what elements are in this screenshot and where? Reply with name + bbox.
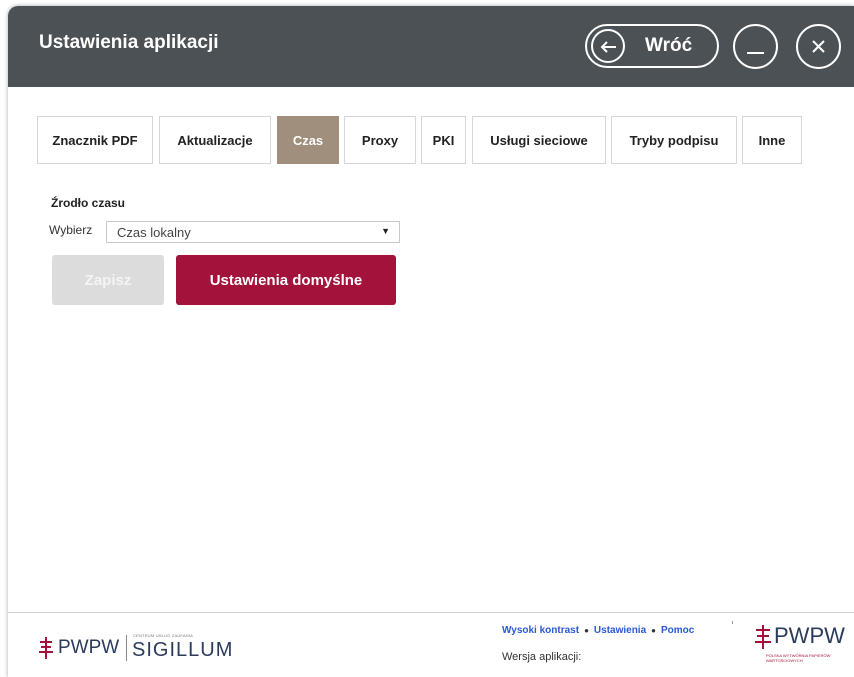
- link-separator: ●: [584, 626, 589, 635]
- window-title: Ustawienia aplikacji: [39, 32, 219, 53]
- sigillum-wordmark: SIGILLUM: [132, 639, 234, 661]
- close-button[interactable]: [796, 24, 841, 69]
- pwpw-wordmark: PWPW: [774, 623, 845, 648]
- pwpw-emblem-icon: [755, 625, 771, 649]
- pwpw-logo: PWPW POLSKA WYTWÓRNIA PAPIERÓW WARTOŚCIO…: [754, 623, 845, 673]
- tab-signature-modes[interactable]: Tryby podpisu: [611, 116, 737, 164]
- title-bar: Ustawienia aplikacji Wróć: [8, 6, 854, 87]
- footer-divider: [732, 621, 733, 624]
- tab-time[interactable]: Czas: [277, 116, 339, 164]
- time-source-select[interactable]: Czas lokalny ▼: [106, 221, 400, 243]
- high-contrast-link[interactable]: Wysoki kontrast: [502, 625, 579, 636]
- tab-proxy[interactable]: Proxy: [344, 116, 416, 164]
- minimize-button[interactable]: [733, 24, 778, 69]
- back-button[interactable]: Wróć: [585, 24, 719, 68]
- pwpw-tagline: POLSKA WYTWÓRNIA PAPIERÓW WARTOŚCIOWYCH: [766, 653, 831, 663]
- footer: PWPW CENTRUM USŁUG ZAUFANIA SIGILLUM Wys…: [8, 612, 854, 677]
- minimize-icon: [747, 52, 764, 54]
- app-version: Wersja aplikacji:: [502, 651, 582, 663]
- dropdown-caret-icon: ▼: [381, 226, 390, 236]
- arrow-left-icon: [591, 29, 625, 63]
- pwpw-emblem-icon: [39, 637, 53, 659]
- logo-tagline: CENTRUM USŁUG ZAUFANIA: [133, 633, 193, 638]
- pwpw-wordmark: PWPW: [58, 637, 120, 658]
- tab-updates[interactable]: Aktualizacje: [159, 116, 271, 164]
- app-window: Ustawienia aplikacji Wróć Znacznik PDF A…: [8, 6, 854, 677]
- back-button-label: Wróć: [645, 35, 693, 56]
- settings-link[interactable]: Ustawienia: [594, 625, 646, 636]
- restore-defaults-button[interactable]: Ustawienia domyślne: [176, 255, 396, 305]
- tab-network-services[interactable]: Usługi sieciowe: [472, 116, 606, 164]
- select-label: Wybierz: [49, 223, 93, 237]
- close-icon: [812, 40, 825, 53]
- tab-other[interactable]: Inne: [742, 116, 802, 164]
- link-separator: ●: [651, 626, 656, 635]
- time-source-value: Czas lokalny: [117, 225, 191, 240]
- footer-links: Wysoki kontrast ● Ustawienia ● Pomoc: [502, 625, 694, 636]
- logo-divider: [126, 635, 127, 661]
- tab-pki[interactable]: PKI: [421, 116, 466, 164]
- tab-pdf-stamp[interactable]: Znacznik PDF: [37, 116, 153, 164]
- sigillum-logo: PWPW CENTRUM USŁUG ZAUFANIA SIGILLUM: [38, 633, 238, 661]
- time-source-heading: Źrodło czasu: [51, 196, 126, 210]
- help-link[interactable]: Pomoc: [661, 625, 694, 636]
- save-button[interactable]: Zapisz: [52, 255, 164, 305]
